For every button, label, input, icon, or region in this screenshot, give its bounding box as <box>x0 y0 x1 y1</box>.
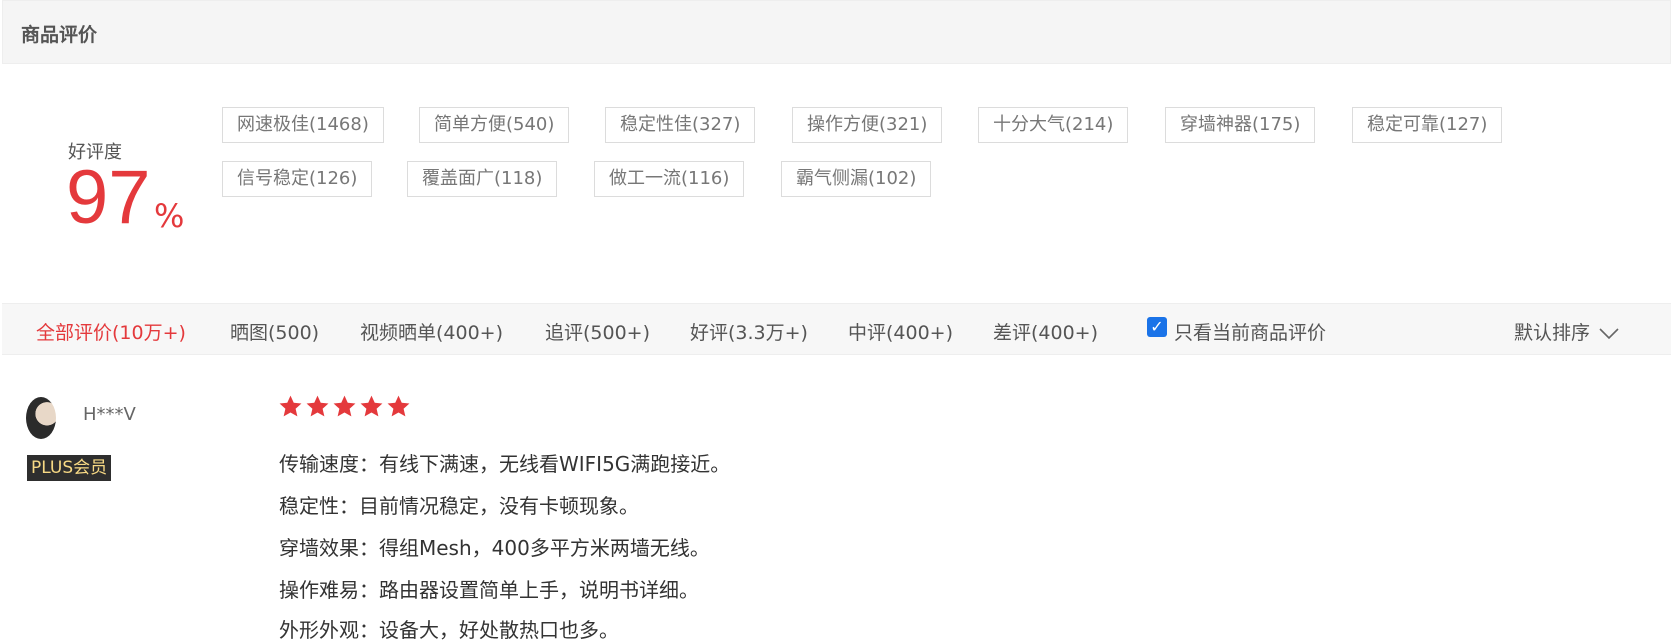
tag-9[interactable]: 覆盖面广(118) <box>407 161 558 197</box>
review-line-2: 稳定性：目前情况稳定，没有卡顿现象。 <box>279 494 639 518</box>
review-line-4: 操作难易：路由器设置简单上手，说明书详细。 <box>279 578 699 602</box>
star-rating <box>278 394 411 419</box>
tag-8[interactable]: 信号稳定(126) <box>222 161 373 197</box>
tag-6[interactable]: 穿墙神器(175) <box>1165 107 1316 143</box>
only-current-label[interactable]: 只看当前商品评价 <box>1174 318 1326 345</box>
filter-followup[interactable]: 追评(500+) <box>545 318 650 345</box>
section-header: 商品评价 <box>2 0 1671 64</box>
star-icon <box>387 395 410 417</box>
review-line-1: 传输速度：有线下满速，无线看WIFI5G满跑接近。 <box>279 452 731 476</box>
tag-4[interactable]: 操作方便(321) <box>792 107 943 143</box>
star-icon <box>306 395 329 417</box>
tag-1[interactable]: 网速极佳(1468) <box>222 107 384 143</box>
rating-unit: % <box>154 197 185 235</box>
review-line-3: 穿墙效果：得组Mesh，400多平方米两墙无线。 <box>279 536 710 560</box>
filter-bar: 全部评价(10万+) 晒图(500) 视频晒单(400+) 追评(500+) 好… <box>2 303 1671 355</box>
filter-all[interactable]: 全部评价(10万+) <box>36 318 186 345</box>
chevron-down-icon <box>1599 327 1619 339</box>
star-icon <box>360 395 383 417</box>
username: H***V <box>83 404 136 425</box>
filter-negative[interactable]: 差评(400+) <box>993 318 1098 345</box>
tag-3[interactable]: 稳定性佳(327) <box>605 107 756 143</box>
filter-videos[interactable]: 视频晒单(400+) <box>360 318 503 345</box>
filter-positive[interactable]: 好评(3.3万+) <box>690 318 808 345</box>
avatar[interactable] <box>26 397 56 439</box>
plus-badge: PLUS会员 <box>27 455 112 481</box>
filter-photos[interactable]: 晒图(500) <box>230 318 319 345</box>
tag-5[interactable]: 十分大气(214) <box>978 107 1129 143</box>
tag-2[interactable]: 简单方便(540) <box>419 107 570 143</box>
filter-neutral[interactable]: 中评(400+) <box>848 318 953 345</box>
sort-label: 默认排序 <box>1514 322 1591 344</box>
review-line-5: 外形外观：设备大，好处散热口也多。 <box>279 618 619 642</box>
tag-7[interactable]: 稳定可靠(127) <box>1352 107 1503 143</box>
star-icon <box>333 395 356 417</box>
section-title: 商品评价 <box>21 24 98 46</box>
sort-dropdown[interactable]: 默认排序 <box>1514 318 1620 345</box>
tag-11[interactable]: 霸气侧漏(102) <box>781 161 932 197</box>
tag-10[interactable]: 做工一流(116) <box>594 161 745 197</box>
only-current-checkbox[interactable]: ✓ <box>1147 317 1167 337</box>
star-icon <box>279 395 302 417</box>
rating-value: 97 <box>66 155 151 240</box>
